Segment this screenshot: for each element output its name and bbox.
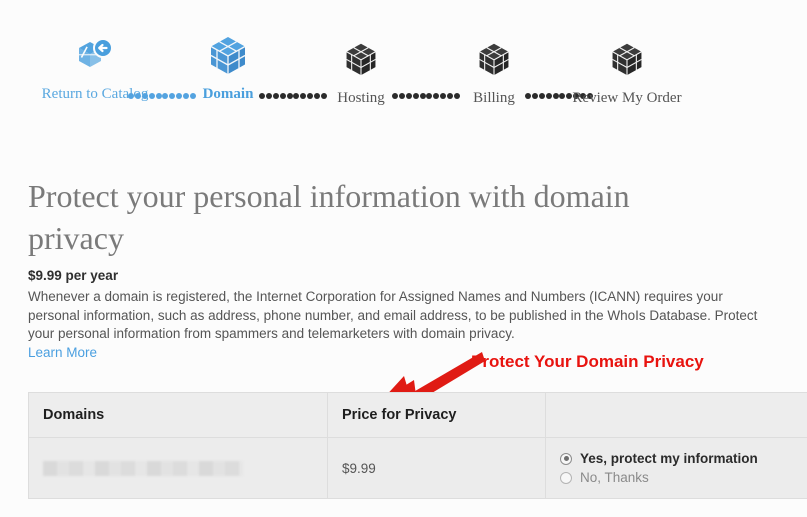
radio-label-yes: Yes, protect my information <box>580 451 758 466</box>
privacy-radio-group[interactable]: Yes, protect my information No, Thanks <box>560 445 807 491</box>
annotation-label: Protect Your Domain Privacy <box>471 352 704 371</box>
table-row: $9.99 Yes, protect my information No, Th… <box>28 437 807 499</box>
radio-button-no-icon[interactable] <box>560 471 572 484</box>
step-review-my-order[interactable]: Review My Order <box>547 34 707 107</box>
cell-price: $9.99 <box>327 437 546 499</box>
radio-option-yes[interactable]: Yes, protect my information <box>560 449 807 468</box>
cube-icon <box>547 34 707 84</box>
cell-domain-name <box>28 437 328 499</box>
checkout-stepper: Return to Catalog Domain Hosting Billing… <box>0 30 807 120</box>
radio-button-yes-icon[interactable] <box>560 452 572 465</box>
step-label: Review My Order <box>572 90 682 106</box>
page-title: Protect your personal information with d… <box>28 178 630 256</box>
learn-more-link[interactable]: Learn More <box>28 345 97 360</box>
price-per-year-text: $9.99 per year <box>28 268 119 283</box>
cell-privacy-options: Yes, protect my information No, Thanks <box>545 437 807 499</box>
radio-option-no[interactable]: No, Thanks <box>560 468 807 487</box>
radio-label-no: No, Thanks <box>580 470 649 485</box>
table-header-row: Domains Price for Privacy <box>28 392 807 438</box>
column-header-price-for-privacy: Price for Privacy <box>327 392 546 438</box>
column-header-choice <box>545 392 807 438</box>
domain-privacy-table: Domains Price for Privacy $9.99 Yes, pro… <box>28 392 807 499</box>
privacy-description: Whenever a domain is registered, the Int… <box>28 289 758 341</box>
redacted-domain-name <box>43 460 243 476</box>
column-header-domains: Domains <box>28 392 328 438</box>
